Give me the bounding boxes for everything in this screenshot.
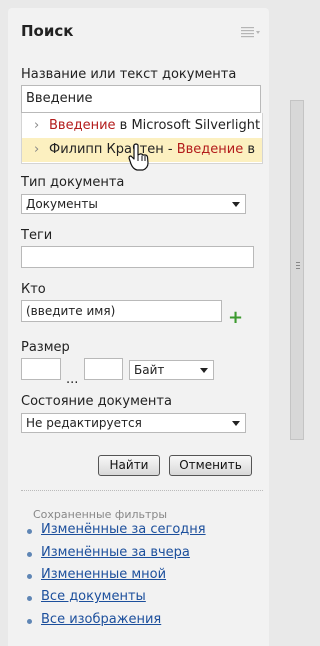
bullet-icon: [27, 552, 32, 557]
bullet-icon: [27, 529, 32, 534]
cancel-button[interactable]: Отменить: [169, 455, 252, 476]
suggestion-highlight: Введение: [176, 142, 244, 157]
suggestion-highlight: Введение: [49, 118, 116, 133]
saved-filter-link-all-docs[interactable]: Все документы: [41, 589, 146, 604]
doc-name-label: Название или текст документа: [21, 67, 237, 82]
who-label: Кто: [21, 282, 46, 297]
size-from-input[interactable]: [21, 358, 61, 380]
hand-pointer-icon: [128, 143, 149, 171]
dropdown-arrow-icon: [232, 202, 240, 207]
suggestion-text: в: [243, 142, 255, 157]
doc-state-label: Состояние документа: [21, 394, 172, 409]
bullet-icon: [27, 619, 32, 624]
saved-filter-link-all-images[interactable]: Все изображения: [41, 612, 161, 627]
size-unit-value: Байт: [134, 363, 165, 377]
search-panel: Поиск Название или текст документа Введе…: [8, 8, 269, 646]
doc-type-select[interactable]: Документы: [21, 194, 246, 214]
suggestion-prefix: Филипп Крачтен -: [49, 142, 177, 157]
saved-filter-link-by-me[interactable]: Измененные мной: [41, 567, 166, 582]
doc-state-select[interactable]: Не редактируется: [21, 413, 246, 433]
dropdown-arrow-icon: [200, 368, 208, 373]
divider: [21, 490, 263, 491]
saved-filter-link-yesterday[interactable]: Изменённые за вчера: [41, 545, 190, 560]
bullet-icon: [27, 596, 32, 601]
size-label: Размер: [21, 340, 70, 355]
saved-filter-link-today[interactable]: Изменённые за сегодня: [41, 522, 206, 537]
doc-type-value: Документы: [26, 197, 98, 211]
suggestion-text: в Microsoft Silverlight: [115, 118, 261, 133]
doc-name-input[interactable]: Введение: [21, 85, 261, 113]
size-unit-select[interactable]: Байт: [129, 360, 214, 380]
doc-state-value: Не редактируется: [26, 416, 142, 430]
chevron-right-icon: ›: [34, 118, 40, 133]
plus-icon[interactable]: +: [228, 309, 243, 327]
chevron-right-icon: ›: [34, 142, 40, 157]
panel-title: Поиск: [21, 22, 74, 40]
size-separator: ...: [66, 372, 79, 387]
saved-filters-header: Сохраненные фильтры: [33, 508, 168, 521]
suggestion-item[interactable]: › Введение в Microsoft Silverlight: [22, 114, 262, 138]
tags-input[interactable]: [21, 246, 254, 268]
size-to-input[interactable]: [84, 358, 123, 380]
who-input[interactable]: (введите имя): [21, 300, 222, 322]
dropdown-arrow-icon: [232, 421, 240, 426]
menu-lines-icon[interactable]: [241, 26, 261, 38]
find-button[interactable]: Найти: [98, 455, 160, 476]
scrollbar-grip-icon[interactable]: [296, 262, 300, 271]
bullet-icon: [27, 574, 32, 579]
tags-label: Теги: [21, 228, 53, 243]
doc-type-label: Тип документа: [21, 175, 125, 190]
